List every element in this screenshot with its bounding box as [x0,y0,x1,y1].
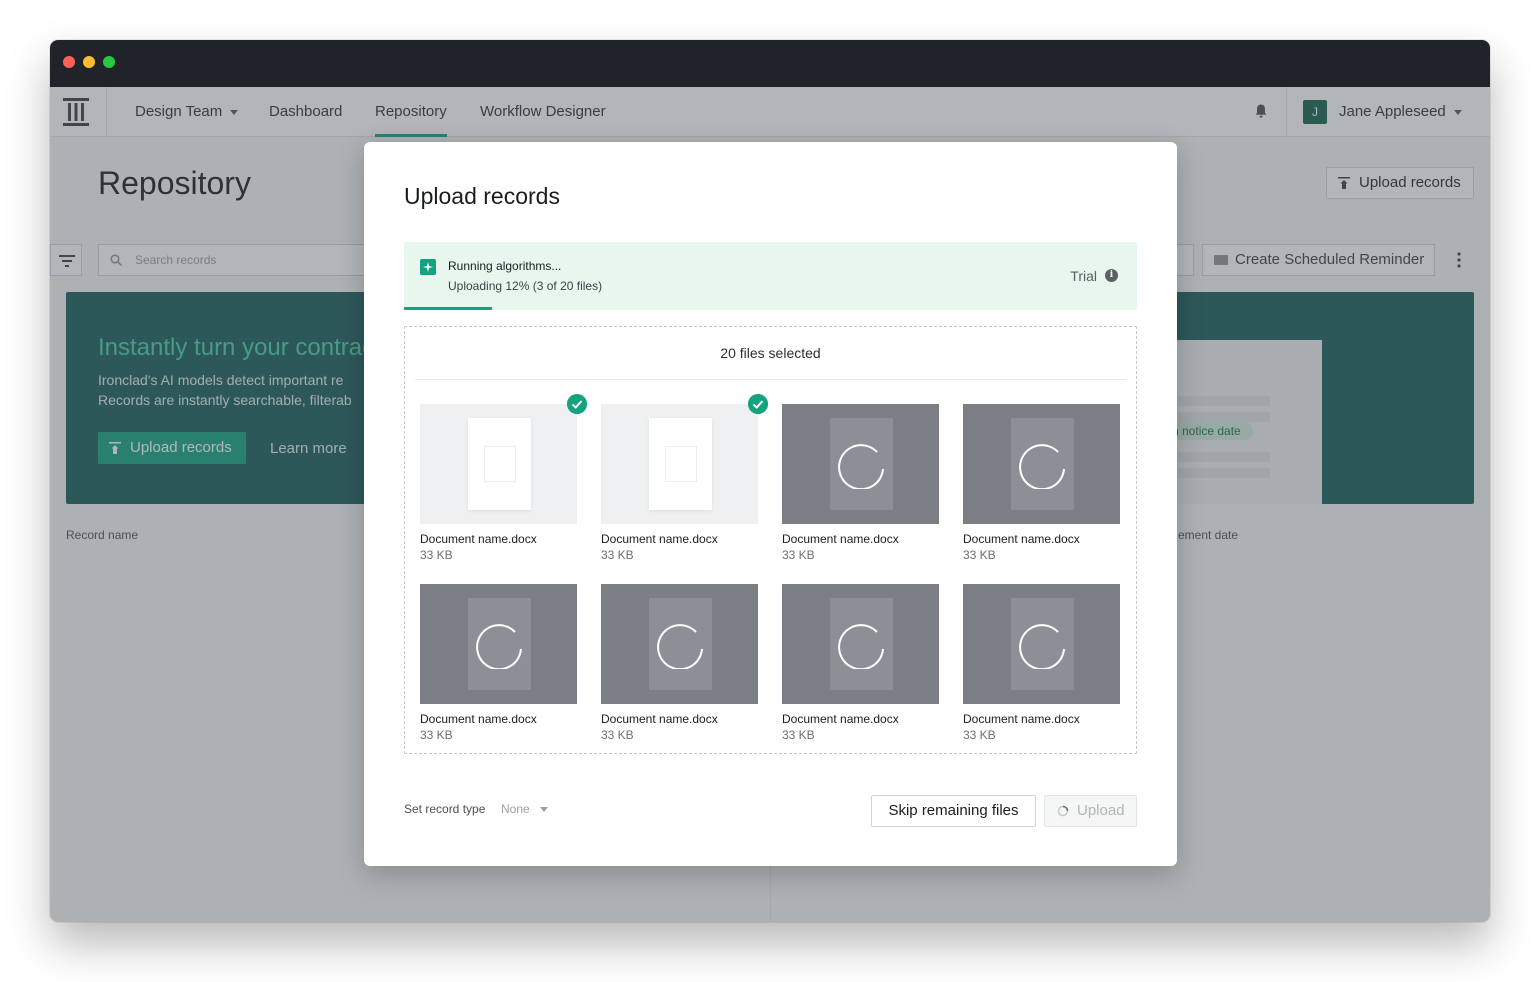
file-name: Document name.docx [601,532,718,546]
upload-button-label: Upload [1077,802,1125,819]
file-size: 33 KB [420,548,453,562]
upload-status-banner: Running algorithms... Uploading 12% (3 o… [404,242,1137,310]
file-name: Document name.docx [420,712,537,726]
file-card[interactable]: Document name.docx 33 KB [420,394,587,564]
chevron-down-icon [539,807,548,813]
status-title: Running algorithms... [448,259,562,273]
record-type-value: None [501,802,530,816]
sparkle-icon [420,259,436,275]
file-size: 33 KB [601,548,634,562]
loading-spinner-icon [657,624,703,669]
loading-spinner-icon [838,444,884,489]
files-selected-count: 20 files selected [415,327,1126,380]
window-titlebar [50,40,1490,87]
upload-button[interactable]: Upload [1044,795,1137,827]
upload-progress-bar [404,307,1137,310]
file-size: 33 KB [601,728,634,742]
document-icon [468,418,531,510]
maximize-window-button[interactable] [103,56,115,68]
check-circle-icon [748,394,768,414]
file-thumbnail [782,404,939,524]
file-name: Document name.docx [963,532,1080,546]
file-thumbnail [601,584,758,704]
file-name: Document name.docx [601,712,718,726]
file-name: Document name.docx [963,712,1080,726]
loading-spinner-icon [1057,805,1069,817]
record-type-label: Set record type [404,802,486,816]
trial-label: Trial [1070,268,1097,284]
file-size: 33 KB [420,728,453,742]
document-content [665,446,697,482]
info-icon[interactable]: i [1105,269,1118,282]
status-subtitle: Uploading 12% (3 of 20 files) [448,279,603,293]
check-circle-icon [567,394,587,414]
file-size: 33 KB [963,728,996,742]
file-card[interactable]: Document name.docx 33 KB [601,584,758,744]
file-name: Document name.docx [420,532,537,546]
close-window-button[interactable] [63,56,75,68]
file-card[interactable]: Document name.docx 33 KB [601,394,768,564]
file-thumbnail [963,584,1120,704]
file-card[interactable]: Document name.docx 33 KB [963,404,1120,564]
record-type-select[interactable]: None [501,802,548,816]
file-card[interactable]: Document name.docx 33 KB [782,404,939,564]
skip-remaining-files-button[interactable]: Skip remaining files [871,795,1036,827]
app-content: Design Team Dashboard Repository Workflo… [50,87,1490,922]
document-icon [649,418,712,510]
loading-spinner-icon [476,624,522,669]
file-card[interactable]: Document name.docx 33 KB [420,584,577,744]
file-card[interactable]: Document name.docx 33 KB [782,584,939,744]
upload-records-modal: Upload records Running algorithms... Upl… [364,142,1177,866]
file-name: Document name.docx [782,712,899,726]
app-window: Design Team Dashboard Repository Workflo… [50,40,1490,922]
file-dropzone[interactable]: 20 files selected Document name.docx 33 K… [404,326,1137,754]
minimize-window-button[interactable] [83,56,95,68]
file-thumbnail [601,404,758,524]
file-thumbnail [782,584,939,704]
file-card[interactable]: Document name.docx 33 KB [963,584,1120,744]
file-thumbnail [420,404,577,524]
file-size: 33 KB [782,728,815,742]
loading-spinner-icon [1019,444,1065,489]
file-size: 33 KB [782,548,815,562]
modal-title: Upload records [404,183,560,209]
file-size: 33 KB [963,548,996,562]
document-content [484,446,516,482]
file-thumbnail [420,584,577,704]
upload-progress-fill [404,307,492,310]
file-name: Document name.docx [782,532,899,546]
loading-spinner-icon [1019,624,1065,669]
loading-spinner-icon [838,624,884,669]
file-thumbnail [963,404,1120,524]
